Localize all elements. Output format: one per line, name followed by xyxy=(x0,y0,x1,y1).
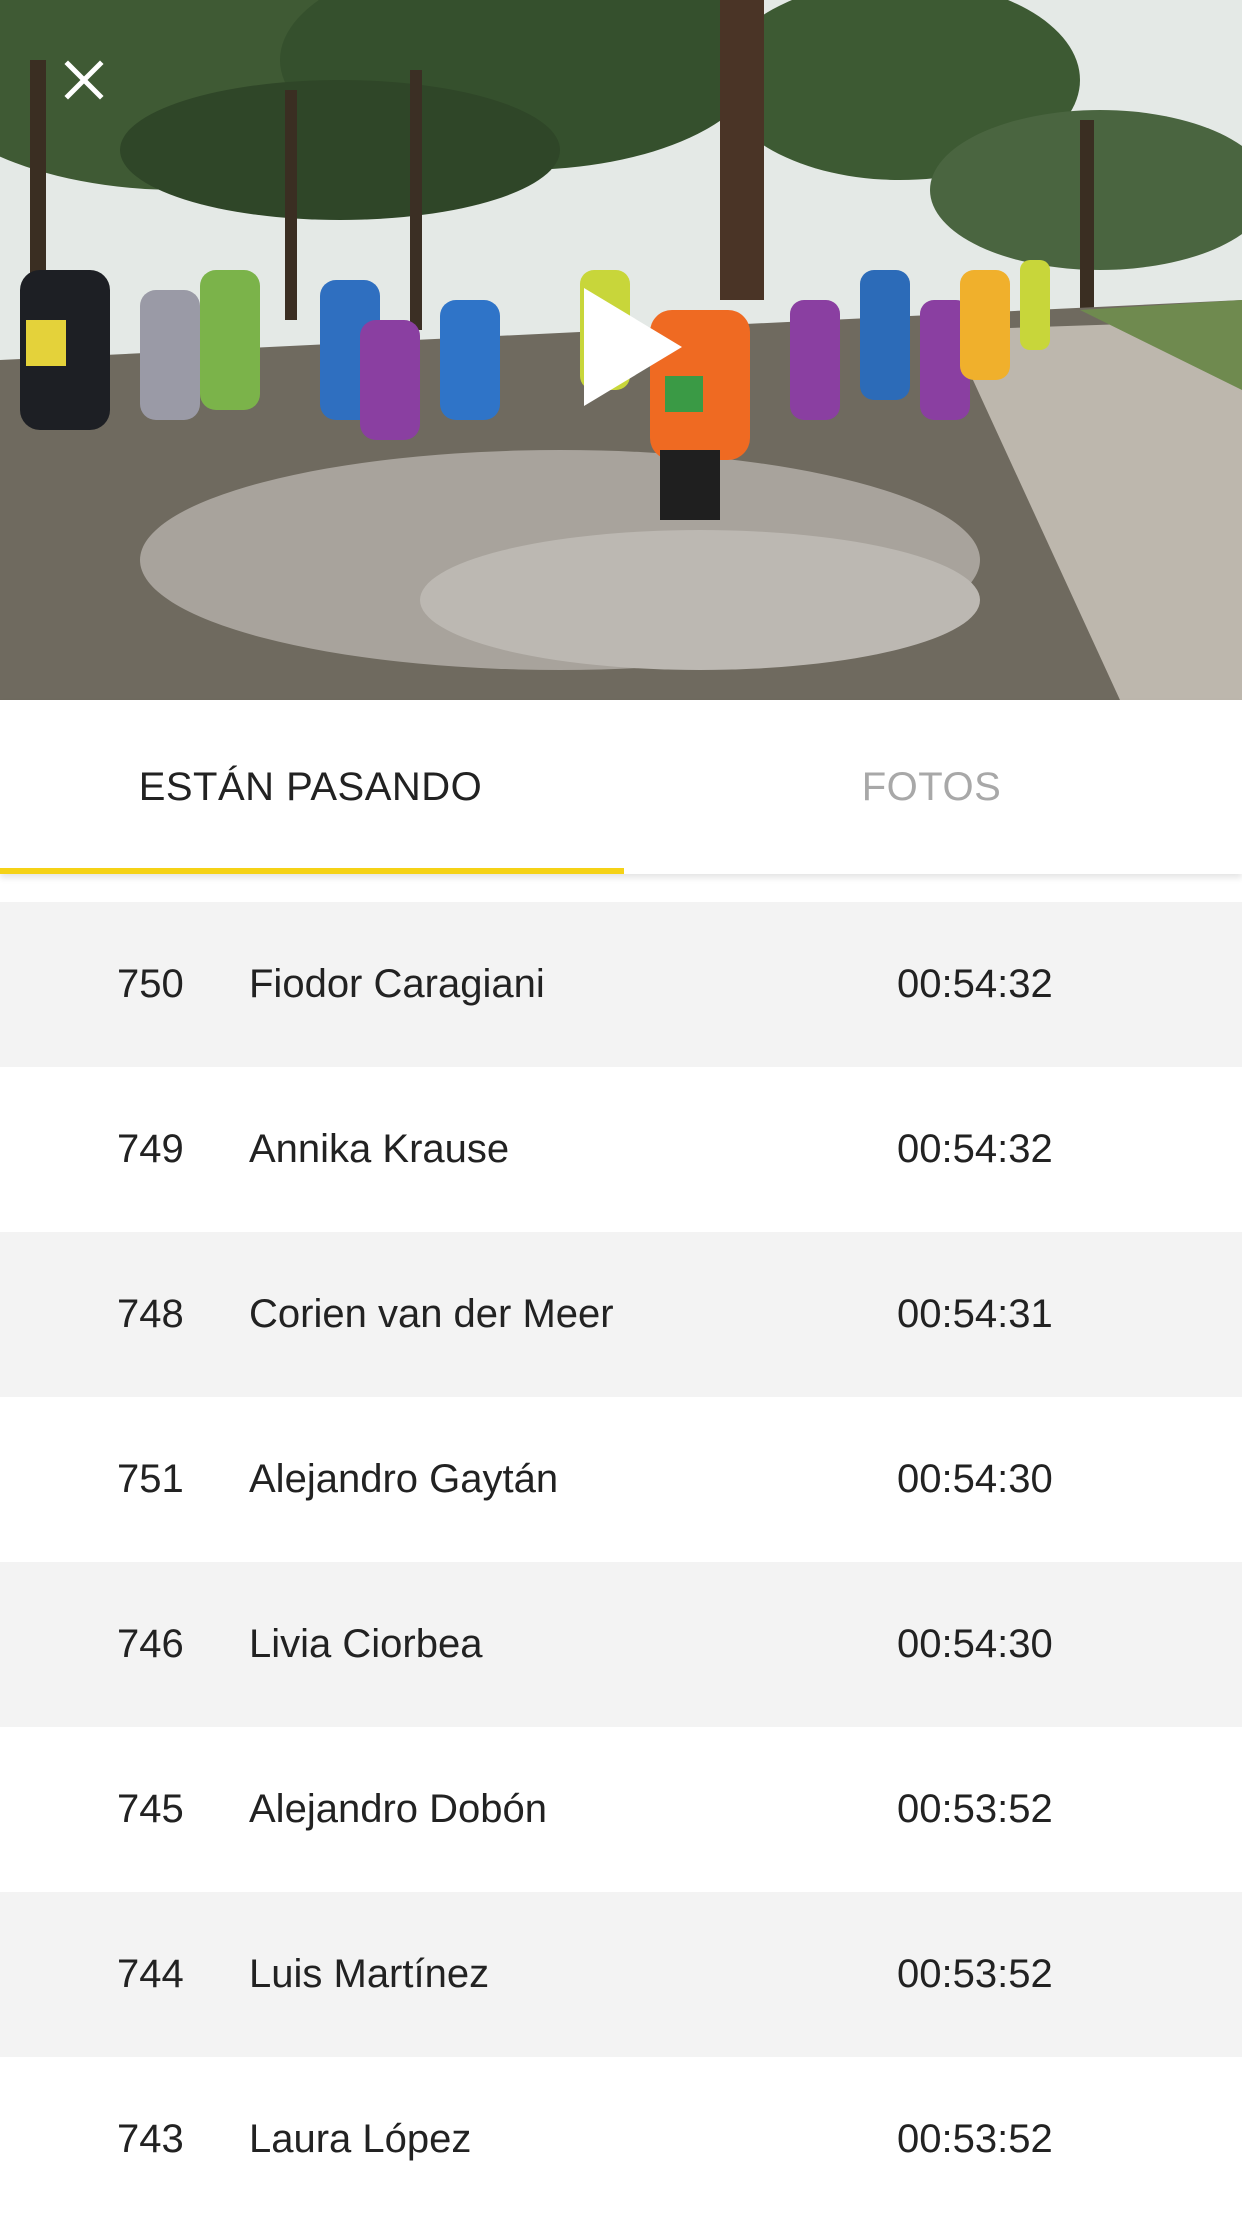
tab-fotos[interactable]: FOTOS xyxy=(621,700,1242,874)
video-player[interactable] xyxy=(0,0,1242,700)
tab-bar: ESTÁN PASANDO FOTOS xyxy=(0,700,1242,874)
runner-name: Annika Krause xyxy=(249,1127,510,1171)
list-item[interactable]: 745 Alejandro Dobón 00:53:52 xyxy=(0,1727,1242,1892)
play-icon xyxy=(584,288,682,406)
list-item[interactable]: 748 Corien van der Meer 00:54:31 xyxy=(0,1232,1242,1397)
bib-number: 746 xyxy=(117,1622,184,1666)
close-icon xyxy=(64,60,104,100)
split-time: 00:53:52 xyxy=(897,1787,1053,1831)
split-time: 00:54:32 xyxy=(897,962,1053,1006)
runner-name: Corien van der Meer xyxy=(249,1292,614,1336)
bib-number: 749 xyxy=(117,1127,184,1171)
bib-number: 748 xyxy=(117,1292,184,1336)
split-time: 00:53:52 xyxy=(897,2117,1053,2161)
runner-name: Laura López xyxy=(249,2117,472,2161)
tab-label: ESTÁN PASANDO xyxy=(138,764,483,809)
bib-number: 751 xyxy=(117,1457,184,1501)
runner-name: Luis Martínez xyxy=(249,1952,490,1996)
play-button[interactable] xyxy=(578,282,688,412)
bib-number: 745 xyxy=(117,1787,184,1831)
tab-label: FOTOS xyxy=(861,764,1002,809)
split-time: 00:54:30 xyxy=(897,1457,1053,1501)
split-time: 00:54:30 xyxy=(897,1622,1053,1666)
runner-list: 750 Fiodor Caragiani 00:54:32 749 Annika… xyxy=(0,902,1242,2222)
active-tab-indicator xyxy=(0,868,624,874)
runner-name: Alejandro Dobón xyxy=(249,1787,547,1831)
bib-number: 744 xyxy=(117,1952,184,1996)
list-item[interactable]: 751 Alejandro Gaytán 00:54:30 xyxy=(0,1397,1242,1562)
runner-name: Livia Ciorbea xyxy=(249,1622,483,1666)
runner-name: Alejandro Gaytán xyxy=(249,1457,559,1501)
list-item[interactable]: 750 Fiodor Caragiani 00:54:32 xyxy=(0,902,1242,1067)
close-button[interactable] xyxy=(56,52,112,108)
tab-estan-pasando[interactable]: ESTÁN PASANDO xyxy=(0,700,621,874)
list-item[interactable]: 746 Livia Ciorbea 00:54:30 xyxy=(0,1562,1242,1727)
list-item[interactable]: 743 Laura López 00:53:52 xyxy=(0,2057,1242,2222)
split-time: 00:54:31 xyxy=(897,1292,1053,1336)
split-time: 00:53:52 xyxy=(897,1952,1053,1996)
runner-name: Fiodor Caragiani xyxy=(249,962,545,1006)
bib-number: 743 xyxy=(117,2117,184,2161)
list-item[interactable]: 744 Luis Martínez 00:53:52 xyxy=(0,1892,1242,2057)
list-item[interactable]: 749 Annika Krause 00:54:32 xyxy=(0,1067,1242,1232)
bib-number: 750 xyxy=(117,962,184,1006)
split-time: 00:54:32 xyxy=(897,1127,1053,1171)
